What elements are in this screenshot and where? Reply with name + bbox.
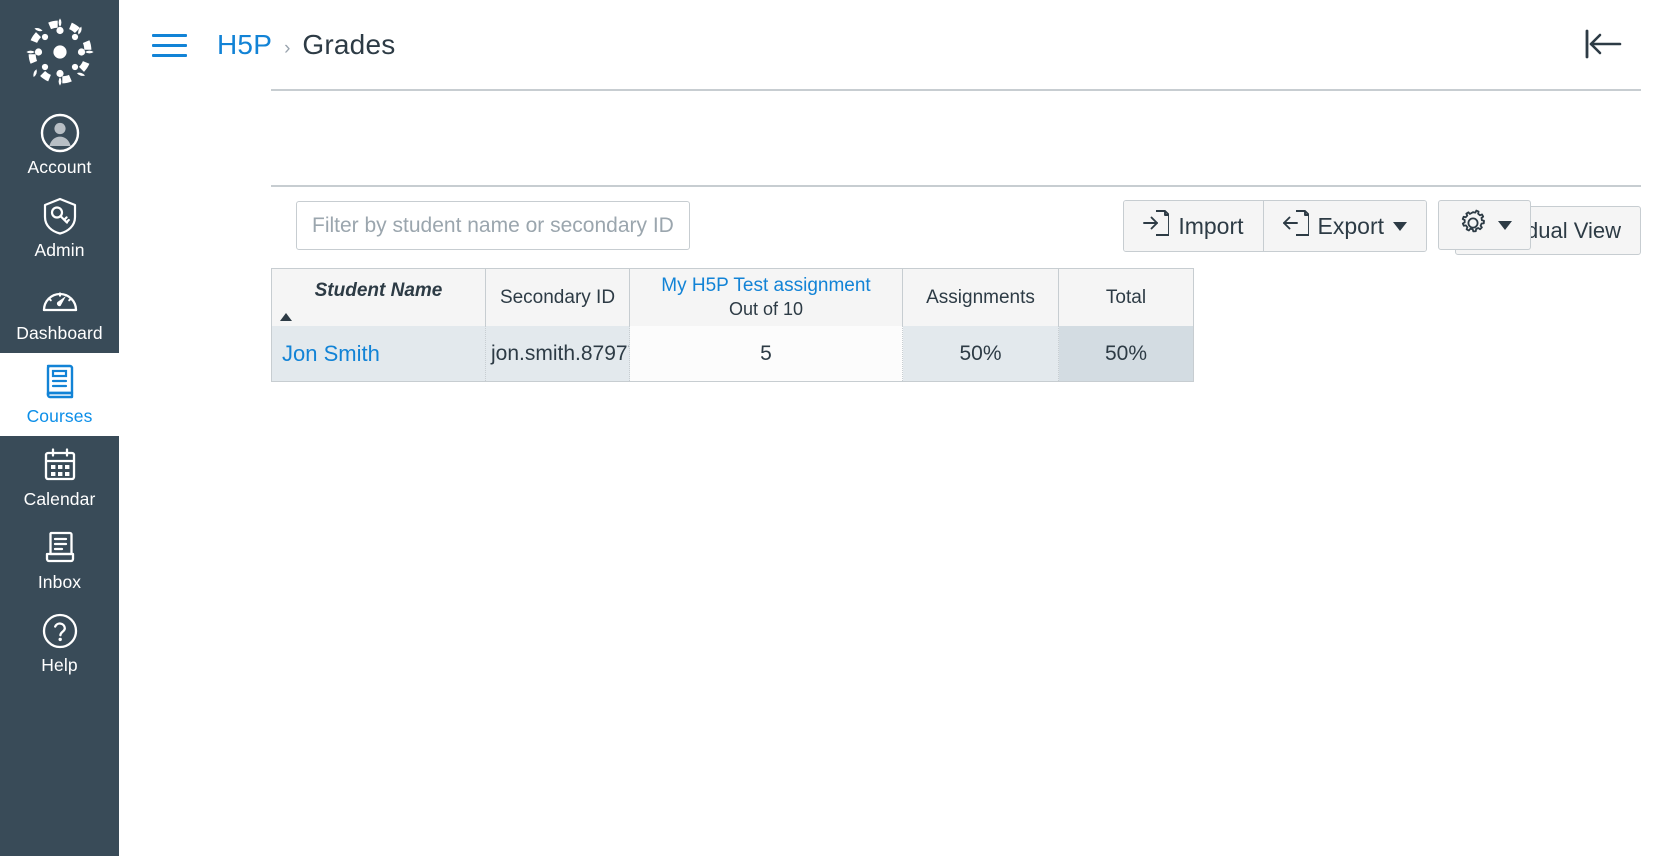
sidebar-item-label: Help bbox=[41, 655, 78, 675]
caret-down-icon bbox=[1497, 220, 1512, 230]
page-title: Grades bbox=[302, 29, 396, 60]
column-header-secondary-id[interactable]: Secondary ID bbox=[486, 269, 630, 326]
breadcrumb: H5P › Grades bbox=[217, 29, 395, 61]
caret-down-icon bbox=[1393, 221, 1407, 231]
book-icon bbox=[40, 362, 80, 402]
question-circle-icon bbox=[40, 611, 80, 651]
import-button[interactable]: Import bbox=[1124, 201, 1263, 251]
import-export-button-group: Import Export bbox=[1123, 200, 1427, 252]
gear-icon bbox=[1458, 208, 1488, 243]
export-button[interactable]: Export bbox=[1262, 201, 1426, 251]
breadcrumb-course-link[interactable]: H5P bbox=[217, 29, 272, 61]
sidebar-item-label: Account bbox=[27, 157, 92, 177]
column-header-label: Total bbox=[1105, 286, 1147, 308]
column-header-assignments-group[interactable]: Assignments bbox=[903, 269, 1059, 326]
page-header: H5P › Grades bbox=[119, 0, 1653, 90]
export-document-icon bbox=[1282, 209, 1310, 243]
sidebar-item-account[interactable]: Account bbox=[0, 104, 119, 187]
view-toggle-row: Individual View bbox=[119, 96, 1653, 255]
breadcrumb-separator-icon: › bbox=[284, 38, 291, 59]
header-divider bbox=[271, 89, 1641, 91]
shield-key-icon bbox=[40, 196, 80, 236]
sidebar-item-help[interactable]: Help bbox=[0, 602, 119, 685]
sidebar-item-inbox[interactable]: Inbox bbox=[0, 519, 119, 602]
sidebar-item-dashboard[interactable]: Dashboard bbox=[0, 270, 119, 353]
gradebook-settings-button[interactable] bbox=[1438, 200, 1531, 250]
collapse-left-icon[interactable] bbox=[1579, 20, 1627, 68]
cell-assignment-grade[interactable]: 5 bbox=[630, 326, 903, 381]
import-document-icon bbox=[1143, 209, 1171, 243]
gradebook-grid: Student Name Secondary ID My H5P Test as… bbox=[271, 268, 1194, 382]
assignment-points-possible: Out of 10 bbox=[728, 299, 804, 319]
student-name-link[interactable]: Jon Smith bbox=[282, 341, 380, 367]
column-header-label: Secondary ID bbox=[499, 286, 616, 308]
export-label: Export bbox=[1317, 212, 1384, 239]
hamburger-menu-icon[interactable] bbox=[152, 31, 187, 59]
gradebook-header-row: Student Name Secondary ID My H5P Test as… bbox=[272, 268, 1193, 326]
cell-total-percent: 50% bbox=[1059, 326, 1193, 381]
column-header-total[interactable]: Total bbox=[1059, 269, 1193, 326]
user-avatar-icon bbox=[40, 113, 80, 153]
search-input[interactable] bbox=[296, 201, 690, 250]
cell-assignments-percent: 50% bbox=[903, 326, 1059, 381]
global-navigation-sidebar: Account Admin Dashboard Courses Calendar… bbox=[0, 0, 119, 856]
sidebar-item-label: Courses bbox=[26, 406, 93, 426]
sidebar-item-label: Dashboard bbox=[16, 323, 103, 343]
import-label: Import bbox=[1178, 212, 1244, 239]
sidebar-item-label: Calendar bbox=[23, 489, 96, 509]
canvas-logo[interactable] bbox=[0, 0, 119, 104]
table-row: Jon Smith jon.smith.879777@ 5 50% 50% bbox=[272, 326, 1193, 381]
cell-secondary-id: jon.smith.879777@ bbox=[486, 326, 630, 381]
main-content: H5P › Grades Individual View Filter by s… bbox=[119, 0, 1653, 856]
inbox-tray-icon bbox=[40, 528, 80, 568]
sidebar-item-admin[interactable]: Admin bbox=[0, 187, 119, 270]
assignment-link[interactable]: My H5P Test assignment bbox=[661, 275, 870, 297]
gradebook-toolbar: Import Export bbox=[119, 186, 1653, 268]
column-header-label: Assignments bbox=[926, 286, 1035, 308]
sidebar-item-courses[interactable]: Courses bbox=[0, 353, 119, 436]
column-header-assignment[interactable]: My H5P Test assignment Out of 10 bbox=[630, 269, 903, 326]
column-header-student-name[interactable]: Student Name bbox=[272, 269, 486, 326]
column-header-label: Student Name bbox=[314, 280, 443, 301]
canvas-gradebook-page: Account Admin Dashboard Courses Calendar… bbox=[0, 0, 1653, 856]
calendar-icon bbox=[40, 445, 80, 485]
cell-student-name: Jon Smith bbox=[272, 326, 486, 381]
sidebar-item-calendar[interactable]: Calendar bbox=[0, 436, 119, 519]
sort-ascending-icon bbox=[280, 313, 292, 321]
sidebar-item-label: Admin bbox=[34, 240, 85, 260]
sidebar-item-label: Inbox bbox=[37, 572, 82, 592]
gauge-icon bbox=[40, 279, 80, 319]
